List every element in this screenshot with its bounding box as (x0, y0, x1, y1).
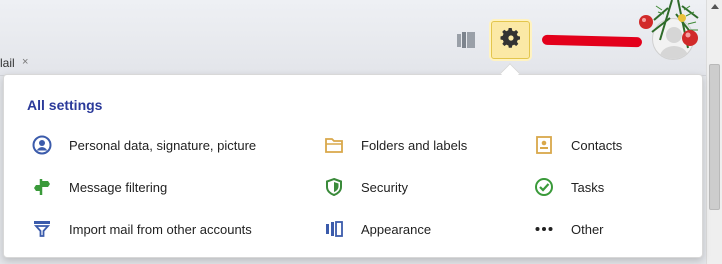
tab-label[interactable]: lail (0, 56, 15, 70)
import-icon (32, 219, 52, 239)
filter-icon (32, 177, 52, 197)
christmas-decoration-icon (632, 0, 706, 60)
appearance-icon (324, 219, 344, 239)
settings-item-label: Appearance (361, 221, 432, 237)
scrollbar[interactable] (706, 0, 722, 264)
settings-item-contacts[interactable]: Contacts (534, 133, 622, 157)
settings-item-label: Message filtering (69, 179, 168, 195)
settings-item-message-filtering[interactable]: Message filtering (32, 175, 167, 199)
settings-button[interactable] (491, 21, 530, 59)
settings-item-personal-data[interactable]: Personal data, signature, picture (32, 133, 256, 157)
gear-icon (499, 26, 523, 55)
settings-item-label: Contacts (571, 137, 623, 153)
settings-item-tasks[interactable]: Tasks (534, 175, 604, 199)
settings-item-folders-labels[interactable]: Folders and labels (324, 133, 467, 157)
person-icon (32, 135, 52, 155)
top-bar: lail × (0, 0, 706, 76)
more-icon (534, 219, 554, 239)
settings-item-security[interactable]: Security (324, 175, 408, 199)
settings-dropdown: All settings Personal data, signature, p… (3, 74, 703, 258)
contacts-icon (534, 135, 554, 155)
shield-icon (324, 177, 344, 197)
settings-item-label: Import mail from other accounts (69, 221, 252, 237)
settings-item-label: Folders and labels (361, 137, 468, 153)
settings-item-other[interactable]: Other (534, 217, 604, 241)
theme-icon[interactable] (455, 29, 477, 51)
settings-item-appearance[interactable]: Appearance (324, 217, 431, 241)
tab-close-icon[interactable]: × (22, 56, 28, 68)
folder-icon (324, 135, 344, 155)
settings-item-label: Tasks (571, 179, 605, 195)
settings-item-label: Security (361, 179, 408, 195)
user-name-redacted[interactable] (541, 34, 643, 48)
settings-item-import-mail[interactable]: Import mail from other accounts (32, 217, 252, 241)
settings-item-label: Other (571, 221, 604, 237)
check-icon (534, 177, 554, 197)
scroll-thumb[interactable] (709, 64, 720, 210)
all-settings-link[interactable]: All settings (27, 97, 102, 113)
settings-item-label: Personal data, signature, picture (69, 137, 257, 153)
scroll-up-arrow-icon[interactable] (711, 4, 719, 9)
